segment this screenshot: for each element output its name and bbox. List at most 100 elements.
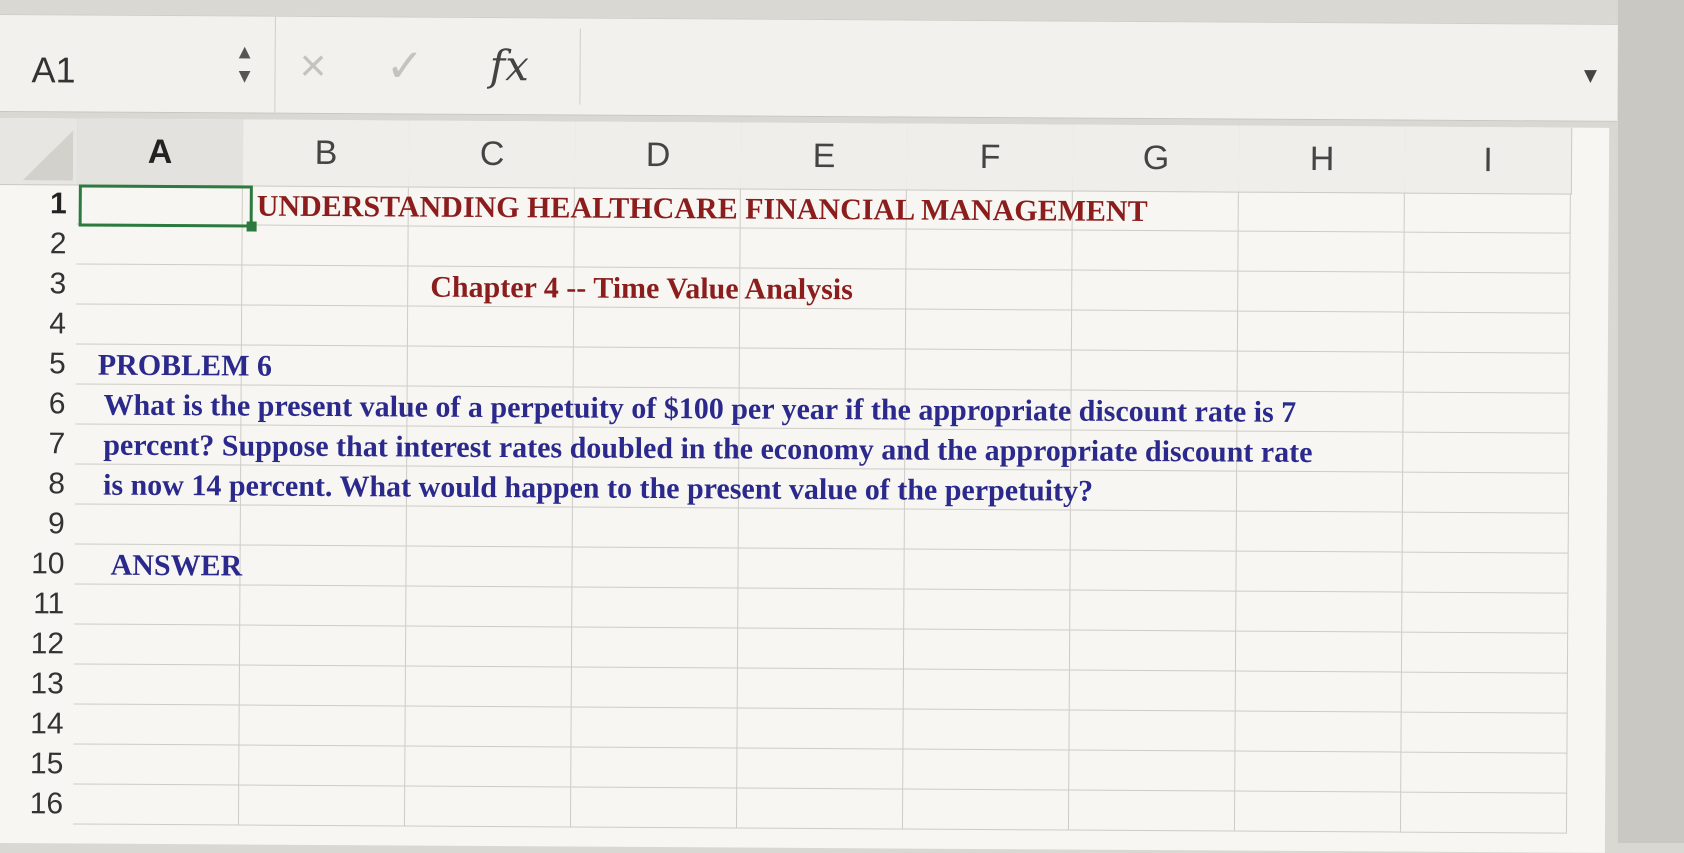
cell-f12[interactable] (904, 630, 1070, 671)
cell-c15[interactable] (405, 746, 571, 787)
cell-c12[interactable] (406, 626, 572, 667)
row-header-9[interactable]: 9 (0, 504, 75, 544)
cell-h4[interactable] (1238, 312, 1404, 353)
cell-h8[interactable] (1237, 472, 1403, 513)
function-icon[interactable]: fx (489, 40, 529, 92)
cell-a3[interactable] (76, 264, 242, 305)
column-header-i[interactable]: I (1405, 127, 1572, 195)
cell-e13[interactable] (738, 669, 904, 710)
cell-a11[interactable] (74, 584, 240, 625)
cell-i10[interactable] (1402, 553, 1568, 594)
cell-e11[interactable] (738, 589, 904, 630)
cell-c5[interactable] (408, 346, 574, 387)
cell-h11[interactable] (1236, 592, 1402, 633)
cell-d15[interactable] (571, 748, 737, 789)
cell-b4[interactable] (242, 305, 408, 346)
cell-g8[interactable] (1071, 471, 1237, 512)
cell-g10[interactable] (1070, 551, 1236, 592)
cell-c4[interactable] (408, 306, 574, 347)
selected-cell-a1[interactable] (79, 184, 253, 227)
cell-c10[interactable] (406, 546, 572, 587)
cell-d11[interactable] (572, 588, 738, 629)
cell-i4[interactable] (1404, 313, 1570, 354)
cell-i9[interactable] (1403, 513, 1569, 554)
cell-h14[interactable] (1235, 712, 1401, 753)
question-line-1[interactable]: What is the present value of a perpetuit… (103, 389, 1296, 430)
cell-h1[interactable] (1239, 192, 1405, 233)
cell-c14[interactable] (405, 706, 571, 747)
cell-b15[interactable] (239, 745, 405, 786)
row-header-14[interactable]: 14 (0, 704, 74, 744)
cell-h10[interactable] (1236, 552, 1402, 593)
select-all-corner[interactable] (0, 118, 78, 185)
cell-c16[interactable] (405, 786, 571, 827)
cell-e14[interactable] (737, 709, 903, 750)
cell-a2[interactable] (76, 224, 242, 265)
cell-c2[interactable] (408, 227, 574, 268)
cell-b2[interactable] (242, 225, 408, 266)
formula-input[interactable] (579, 29, 1560, 111)
cell-g12[interactable] (1070, 631, 1236, 672)
sheet-title[interactable]: UNDERSTANDING HEALTHCARE FINANCIAL MANAG… (257, 190, 1148, 229)
cell-d9[interactable] (573, 508, 739, 549)
cell-d13[interactable] (572, 668, 738, 709)
cell-f5[interactable] (906, 350, 1072, 391)
cell-h5[interactable] (1238, 352, 1404, 393)
cell-a14[interactable] (73, 704, 239, 745)
cell-h3[interactable] (1238, 272, 1404, 313)
cell-d10[interactable] (572, 548, 738, 589)
cell-d16[interactable] (571, 788, 737, 829)
cell-f16[interactable] (903, 790, 1069, 831)
cell-g16[interactable] (1069, 791, 1235, 832)
column-header-d[interactable]: D (575, 122, 742, 190)
cell-i13[interactable] (1402, 673, 1568, 714)
chapter-subtitle[interactable]: Chapter 4 -- Time Value Analysis (430, 271, 853, 308)
cell-g9[interactable] (1071, 511, 1237, 552)
cell-reference[interactable]: A1 (31, 49, 75, 91)
cell-i12[interactable] (1402, 633, 1568, 674)
cell-g14[interactable] (1069, 711, 1235, 752)
cell-g4[interactable] (1072, 311, 1238, 352)
column-header-b[interactable]: B (243, 119, 410, 187)
cell-d4[interactable] (574, 308, 740, 349)
column-header-c[interactable]: C (409, 121, 576, 189)
worksheet-grid[interactable]: A B C D E F G H I 1 2 3 4 5 6 7 8 9 10 1… (0, 118, 1609, 853)
cell-h9[interactable] (1237, 512, 1403, 553)
cell-f4[interactable] (906, 310, 1072, 351)
cell-b11[interactable] (240, 585, 406, 626)
cell-a4[interactable] (76, 304, 242, 345)
row-header-2[interactable]: 2 (0, 224, 77, 264)
column-header-a[interactable]: A (77, 118, 244, 186)
problem-label[interactable]: PROBLEM 6 (98, 349, 272, 384)
answer-label[interactable]: ANSWER (110, 549, 242, 584)
cell-i14[interactable] (1401, 713, 1567, 754)
cell-i6[interactable] (1403, 393, 1569, 434)
cell-h15[interactable] (1235, 752, 1401, 793)
arrow-down-icon[interactable]: ▼ (231, 64, 257, 88)
cell-f15[interactable] (903, 750, 1069, 791)
row-header-10[interactable]: 10 (0, 544, 75, 584)
cell-f9[interactable] (905, 510, 1071, 551)
cell-d2[interactable] (574, 228, 740, 269)
cell-b13[interactable] (240, 665, 406, 706)
cell-e4[interactable] (740, 309, 906, 350)
cell-i8[interactable] (1403, 473, 1569, 514)
cell-i2[interactable] (1404, 233, 1570, 274)
cell-f14[interactable] (903, 710, 1069, 751)
cell-i3[interactable] (1404, 273, 1570, 314)
cell-e2[interactable] (740, 229, 906, 270)
column-header-h[interactable]: H (1239, 126, 1406, 194)
cell-i16[interactable] (1401, 793, 1567, 834)
cell-c9[interactable] (407, 506, 573, 547)
cell-d12[interactable] (572, 628, 738, 669)
cell-b9[interactable] (241, 505, 407, 546)
cell-h2[interactable] (1238, 232, 1404, 273)
cell-f13[interactable] (904, 670, 1070, 711)
row-header-12[interactable]: 12 (0, 624, 74, 664)
cell-h13[interactable] (1236, 672, 1402, 713)
name-box[interactable]: A1 ▲ ▼ (0, 15, 276, 113)
row-header-15[interactable]: 15 (0, 744, 73, 784)
cell-b10[interactable] (240, 545, 406, 586)
cell-b16[interactable] (239, 785, 405, 826)
column-header-f[interactable]: F (907, 124, 1074, 192)
